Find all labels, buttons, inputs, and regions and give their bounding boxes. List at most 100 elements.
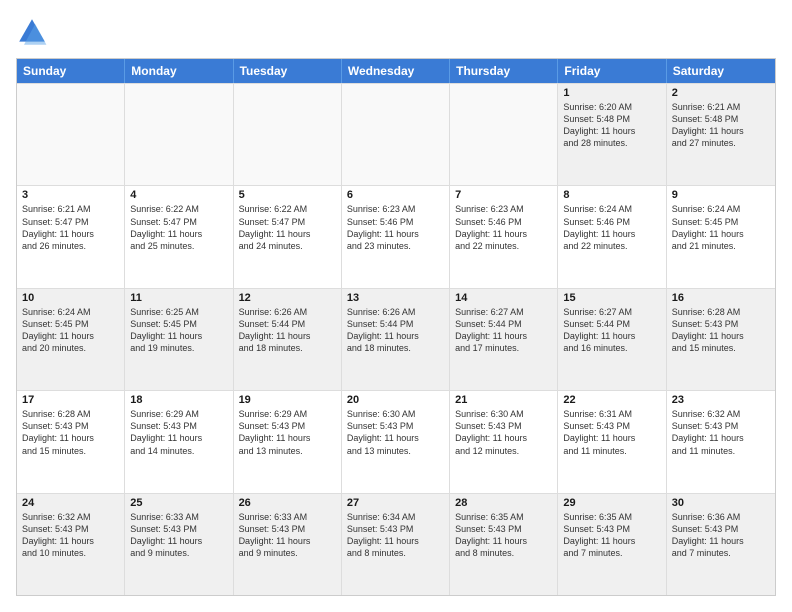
day-cell-5: 5 Sunrise: 6:22 AM Sunset: 5:47 PM Daylig… [234,186,342,287]
day-info: Sunrise: 6:21 AM Sunset: 5:48 PM Dayligh… [672,101,770,150]
day-number: 21 [455,394,552,406]
day-number: 2 [672,87,770,99]
calendar-row-1: 3Sunrise: 6:21 AM Sunset: 5:47 PM Daylig… [17,185,775,287]
day-number: 15 [563,292,660,304]
day-info: Sunrise: 6:36 AM Sunset: 5:43 PM Dayligh… [672,511,770,560]
day-info: Sunrise: 6:22 AM Sunset: 5:47 PM Dayligh… [130,203,227,252]
day-info: Sunrise: 6:29 AM Sunset: 5:43 PM Dayligh… [130,408,227,457]
header-cell-thursday: Thursday [450,59,558,83]
day-info: Sunrise: 6:23 AM Sunset: 5:46 PM Dayligh… [347,203,444,252]
day-cell-1: 1 Sunrise: 6:20 AM Sunset: 5:48 PM Daylig… [558,84,666,185]
empty-cell-0-3 [342,84,450,185]
day-info: Sunrise: 6:34 AM Sunset: 5:43 PM Dayligh… [347,511,444,560]
day-info: Sunrise: 6:28 AM Sunset: 5:43 PM Dayligh… [672,306,770,355]
day-cell-30: 30 Sunrise: 6:36 AM Sunset: 5:43 PM Dayli… [667,494,775,595]
day-info: Sunrise: 6:31 AM Sunset: 5:43 PM Dayligh… [563,408,660,457]
day-cell-24: 24 Sunrise: 6:32 AM Sunset: 5:43 PM Dayli… [17,494,125,595]
day-cell-11: 11 Sunrise: 6:25 AM Sunset: 5:45 PM Dayli… [125,289,233,390]
day-cell-7: 7Sunrise: 6:23 AM Sunset: 5:46 PM Daylig… [450,186,558,287]
day-info: Sunrise: 6:27 AM Sunset: 5:44 PM Dayligh… [563,306,660,355]
day-info: Sunrise: 6:35 AM Sunset: 5:43 PM Dayligh… [455,511,552,560]
day-info: Sunrise: 6:35 AM Sunset: 5:43 PM Dayligh… [563,511,660,560]
day-number: 19 [239,394,336,406]
calendar-row-4: 24 Sunrise: 6:32 AM Sunset: 5:43 PM Dayli… [17,493,775,595]
day-info: Sunrise: 6:32 AM Sunset: 5:43 PM Dayligh… [672,408,770,457]
header-cell-saturday: Saturday [667,59,775,83]
day-cell-16: 16 Sunrise: 6:28 AM Sunset: 5:43 PM Dayli… [667,289,775,390]
day-info: Sunrise: 6:25 AM Sunset: 5:45 PM Dayligh… [130,306,227,355]
day-number: 4 [130,189,227,201]
day-info: Sunrise: 6:26 AM Sunset: 5:44 PM Dayligh… [347,306,444,355]
day-cell-14: 14 Sunrise: 6:27 AM Sunset: 5:44 PM Dayli… [450,289,558,390]
day-cell-29: 29 Sunrise: 6:35 AM Sunset: 5:43 PM Dayli… [558,494,666,595]
day-number: 30 [672,497,770,509]
day-number: 11 [130,292,227,304]
day-number: 18 [130,394,227,406]
day-number: 22 [563,394,660,406]
day-number: 6 [347,189,444,201]
day-number: 10 [22,292,119,304]
day-number: 16 [672,292,770,304]
calendar: SundayMondayTuesdayWednesdayThursdayFrid… [16,58,776,596]
day-info: Sunrise: 6:23 AM Sunset: 5:46 PM Dayligh… [455,203,552,252]
calendar-row-2: 10 Sunrise: 6:24 AM Sunset: 5:45 PM Dayli… [17,288,775,390]
day-cell-18: 18 Sunrise: 6:29 AM Sunset: 5:43 PM Dayli… [125,391,233,492]
page: SundayMondayTuesdayWednesdayThursdayFrid… [0,0,792,612]
calendar-row-3: 17 Sunrise: 6:28 AM Sunset: 5:43 PM Dayli… [17,390,775,492]
day-info: Sunrise: 6:26 AM Sunset: 5:44 PM Dayligh… [239,306,336,355]
day-cell-26: 26Sunrise: 6:33 AM Sunset: 5:43 PM Dayli… [234,494,342,595]
day-cell-23: 23Sunrise: 6:32 AM Sunset: 5:43 PM Dayli… [667,391,775,492]
day-cell-25: 25 Sunrise: 6:33 AM Sunset: 5:43 PM Dayli… [125,494,233,595]
day-cell-4: 4 Sunrise: 6:22 AM Sunset: 5:47 PM Daylig… [125,186,233,287]
day-number: 29 [563,497,660,509]
day-number: 27 [347,497,444,509]
empty-cell-0-0 [17,84,125,185]
day-number: 13 [347,292,444,304]
empty-cell-0-1 [125,84,233,185]
logo [16,16,52,48]
day-info: Sunrise: 6:30 AM Sunset: 5:43 PM Dayligh… [455,408,552,457]
day-info: Sunrise: 6:24 AM Sunset: 5:46 PM Dayligh… [563,203,660,252]
day-number: 1 [563,87,660,99]
empty-cell-0-4 [450,84,558,185]
day-info: Sunrise: 6:20 AM Sunset: 5:48 PM Dayligh… [563,101,660,150]
day-cell-20: 20Sunrise: 6:30 AM Sunset: 5:43 PM Dayli… [342,391,450,492]
day-cell-28: 28 Sunrise: 6:35 AM Sunset: 5:43 PM Dayli… [450,494,558,595]
day-cell-13: 13 Sunrise: 6:26 AM Sunset: 5:44 PM Dayli… [342,289,450,390]
day-cell-19: 19Sunrise: 6:29 AM Sunset: 5:43 PM Dayli… [234,391,342,492]
day-cell-15: 15 Sunrise: 6:27 AM Sunset: 5:44 PM Dayli… [558,289,666,390]
day-info: Sunrise: 6:28 AM Sunset: 5:43 PM Dayligh… [22,408,119,457]
day-info: Sunrise: 6:33 AM Sunset: 5:43 PM Dayligh… [130,511,227,560]
day-cell-3: 3Sunrise: 6:21 AM Sunset: 5:47 PM Daylig… [17,186,125,287]
day-info: Sunrise: 6:32 AM Sunset: 5:43 PM Dayligh… [22,511,119,560]
day-info: Sunrise: 6:22 AM Sunset: 5:47 PM Dayligh… [239,203,336,252]
logo-icon [16,16,48,48]
day-cell-9: 9 Sunrise: 6:24 AM Sunset: 5:45 PM Daylig… [667,186,775,287]
day-number: 14 [455,292,552,304]
calendar-body: 1 Sunrise: 6:20 AM Sunset: 5:48 PM Daylig… [17,83,775,595]
day-info: Sunrise: 6:24 AM Sunset: 5:45 PM Dayligh… [672,203,770,252]
header [16,16,776,48]
day-cell-12: 12Sunrise: 6:26 AM Sunset: 5:44 PM Dayli… [234,289,342,390]
day-number: 17 [22,394,119,406]
header-cell-tuesday: Tuesday [234,59,342,83]
day-number: 5 [239,189,336,201]
day-info: Sunrise: 6:27 AM Sunset: 5:44 PM Dayligh… [455,306,552,355]
day-number: 9 [672,189,770,201]
day-number: 24 [22,497,119,509]
day-number: 25 [130,497,227,509]
day-info: Sunrise: 6:24 AM Sunset: 5:45 PM Dayligh… [22,306,119,355]
header-cell-monday: Monday [125,59,233,83]
calendar-row-0: 1 Sunrise: 6:20 AM Sunset: 5:48 PM Daylig… [17,83,775,185]
calendar-header: SundayMondayTuesdayWednesdayThursdayFrid… [17,59,775,83]
day-cell-10: 10 Sunrise: 6:24 AM Sunset: 5:45 PM Dayli… [17,289,125,390]
day-info: Sunrise: 6:21 AM Sunset: 5:47 PM Dayligh… [22,203,119,252]
day-cell-17: 17 Sunrise: 6:28 AM Sunset: 5:43 PM Dayli… [17,391,125,492]
day-number: 8 [563,189,660,201]
header-cell-sunday: Sunday [17,59,125,83]
day-number: 28 [455,497,552,509]
day-number: 26 [239,497,336,509]
day-cell-21: 21 Sunrise: 6:30 AM Sunset: 5:43 PM Dayli… [450,391,558,492]
day-cell-6: 6 Sunrise: 6:23 AM Sunset: 5:46 PM Daylig… [342,186,450,287]
empty-cell-0-2 [234,84,342,185]
